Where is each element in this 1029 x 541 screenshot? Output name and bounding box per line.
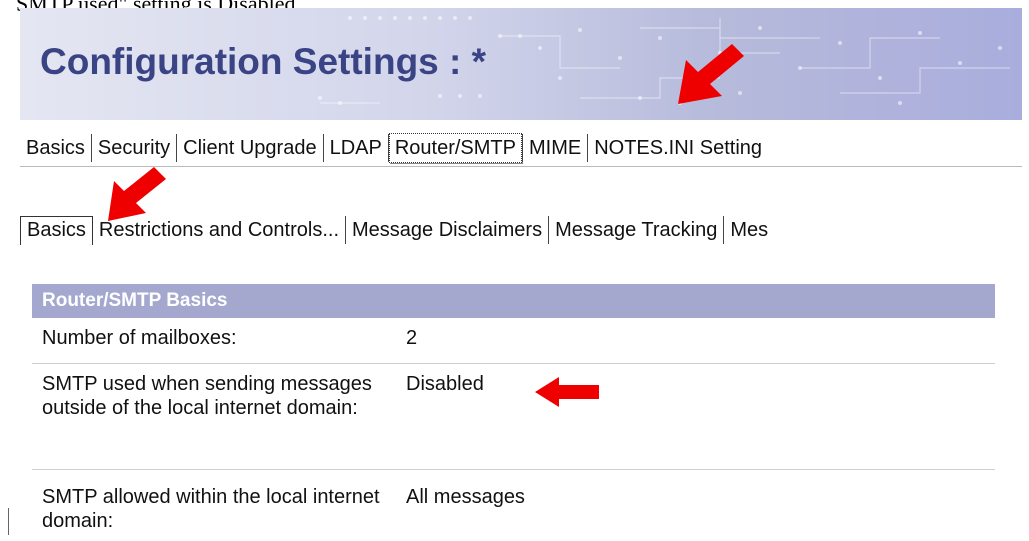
- settings-row-mailboxes: Number of mailboxes: 2: [32, 322, 995, 364]
- main-tab-bar: Basics Security Client Upgrade LDAP Rout…: [20, 131, 768, 165]
- setting-label: SMTP used when sending messages outside …: [42, 373, 372, 419]
- subtab-message-disclaimers[interactable]: Message Disclaimers: [346, 216, 548, 244]
- red-arrow-icon: [678, 44, 744, 104]
- subtab-more[interactable]: Mes: [724, 216, 774, 244]
- settings-row-smtp-outside: SMTP used when sending messages outside …: [32, 368, 995, 470]
- tab-security[interactable]: Security: [92, 134, 176, 162]
- setting-value: 2: [406, 327, 418, 349]
- frame-edge: [8, 508, 9, 535]
- subtab-message-tracking[interactable]: Message Tracking: [549, 216, 723, 244]
- banner: Configuration Settings : *: [20, 8, 1022, 120]
- tab-mime[interactable]: MIME: [523, 134, 587, 162]
- setting-value: All messages: [406, 486, 525, 508]
- red-arrow-icon: [535, 377, 599, 407]
- tab-notes-ini-settings[interactable]: NOTES.INI Setting: [588, 134, 768, 162]
- settings-row-smtp-within: SMTP allowed within the local internet d…: [32, 481, 995, 541]
- red-arrow-icon: [108, 167, 166, 221]
- tab-ldap[interactable]: LDAP: [324, 134, 388, 162]
- tab-client-upgrade[interactable]: Client Upgrade: [177, 134, 322, 162]
- setting-label: SMTP allowed within the local internet d…: [42, 486, 380, 532]
- section-header: Router/SMTP Basics: [32, 284, 995, 318]
- setting-label: Number of mailboxes:: [42, 327, 237, 349]
- tab-router-smtp[interactable]: Router/SMTP: [388, 133, 522, 163]
- subtab-basics[interactable]: Basics: [20, 215, 93, 245]
- setting-value: Disabled: [406, 373, 484, 395]
- tab-basics[interactable]: Basics: [20, 134, 91, 162]
- page-title: Configuration Settings : *: [40, 41, 487, 82]
